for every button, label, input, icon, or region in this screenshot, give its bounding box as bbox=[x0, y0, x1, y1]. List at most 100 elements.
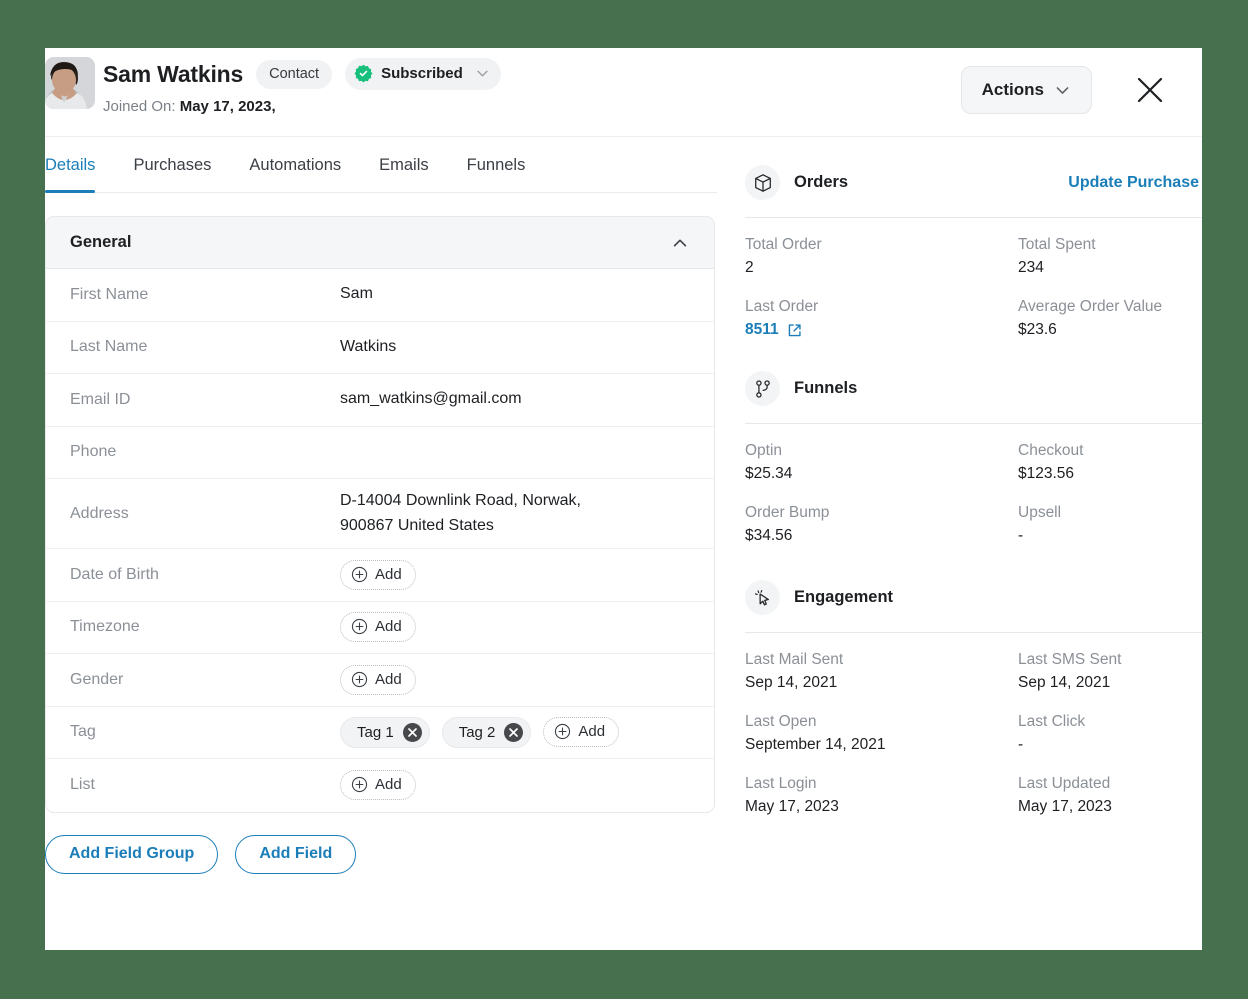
last-order-link[interactable]: 8511 bbox=[745, 321, 802, 339]
field-label: Date of Birth bbox=[70, 565, 159, 583]
stat-key: Last Order bbox=[745, 298, 819, 315]
field-label: Email ID bbox=[70, 390, 131, 408]
stat-key: Checkout bbox=[1018, 442, 1084, 459]
add-list-button[interactable]: Add bbox=[340, 770, 416, 801]
tab-details[interactable]: Details bbox=[45, 156, 96, 193]
subscription-status-label: Subscribed bbox=[381, 65, 463, 82]
field-value[interactable]: D-14004 Downlink Road, Norwak, 900867 Un… bbox=[340, 489, 581, 539]
add-gender-button[interactable]: Add bbox=[340, 664, 416, 695]
field-row-list: List Add bbox=[46, 759, 714, 812]
funnels-section-header: Funnels bbox=[745, 371, 1202, 406]
divider bbox=[745, 632, 1202, 633]
modal-inner-surface: Sam Watkins Contact Subscribed Joined On… bbox=[45, 48, 1202, 950]
divider bbox=[745, 217, 1202, 218]
remove-tag-icon[interactable] bbox=[504, 722, 524, 742]
add-label: Add bbox=[375, 776, 402, 794]
package-box-icon bbox=[745, 165, 780, 200]
close-icon bbox=[1137, 77, 1163, 103]
stat-value: $123.56 bbox=[1018, 465, 1075, 482]
cursor-click-icon bbox=[745, 580, 780, 615]
field-row-address: Address D-14004 Downlink Road, Norwak, 9… bbox=[46, 479, 714, 549]
stat-key: Upsell bbox=[1018, 504, 1062, 521]
field-value[interactable]: Sam bbox=[340, 282, 373, 307]
stat-order-bump: Order Bump $34.56 bbox=[745, 504, 1018, 545]
plus-circle-icon bbox=[351, 671, 368, 687]
field-value[interactable]: sam_watkins@gmail.com bbox=[340, 387, 522, 412]
engagement-stats-grid: Last Mail Sent Sep 14, 2021 Last SMS Sen… bbox=[745, 651, 1202, 816]
field-action-buttons: Add Field Group Add Field bbox=[45, 834, 717, 874]
divider bbox=[745, 423, 1202, 424]
field-row-first-name: First Name Sam bbox=[46, 269, 714, 322]
joined-on-value: May 17, 2023, bbox=[179, 98, 276, 115]
stat-key: Optin bbox=[745, 442, 783, 459]
field-value[interactable]: Watkins bbox=[340, 335, 396, 360]
subscription-status-dropdown[interactable]: Subscribed bbox=[345, 58, 501, 90]
verified-check-icon bbox=[354, 64, 373, 83]
branch-nodes-icon bbox=[745, 371, 780, 406]
funnels-stats-grid: Optin $25.34 Checkout $123.56 Order Bump… bbox=[745, 442, 1202, 545]
field-row-gender: Gender Add bbox=[46, 654, 714, 707]
stat-key: Average Order Value bbox=[1018, 298, 1163, 315]
stat-value: May 17, 2023 bbox=[745, 798, 839, 815]
stat-value: - bbox=[1018, 527, 1024, 544]
add-label: Add bbox=[375, 670, 402, 688]
remove-tag-icon[interactable] bbox=[402, 722, 422, 742]
funnels-title: Funnels bbox=[794, 379, 858, 397]
stat-last-mail-sent: Last Mail Sent Sep 14, 2021 bbox=[745, 651, 1018, 692]
chevron-up-icon[interactable] bbox=[671, 234, 689, 252]
field-label: Tag bbox=[70, 723, 96, 741]
stat-value: 234 bbox=[1018, 259, 1044, 276]
branch-nodes-glyph bbox=[755, 379, 770, 398]
address-line-2: 900867 United States bbox=[340, 516, 494, 534]
stat-value: September 14, 2021 bbox=[745, 736, 886, 753]
tab-automations[interactable]: Automations bbox=[249, 156, 341, 192]
avatar-photo-icon bbox=[45, 57, 95, 109]
stat-value: $23.6 bbox=[1018, 321, 1057, 338]
close-button[interactable] bbox=[1130, 70, 1170, 110]
contact-name: Sam Watkins bbox=[103, 60, 244, 87]
field-label: List bbox=[70, 776, 95, 794]
tag-chip[interactable]: Tag 1 bbox=[340, 716, 430, 748]
engagement-section: Engagement Last Mail Sent Sep 14, 2021 L… bbox=[745, 580, 1202, 816]
actions-button-label: Actions bbox=[981, 80, 1044, 99]
add-timezone-button[interactable]: Add bbox=[340, 612, 416, 643]
tab-emails[interactable]: Emails bbox=[379, 156, 429, 192]
stat-value: $34.56 bbox=[745, 527, 793, 544]
tag-label: Tag 2 bbox=[458, 723, 496, 741]
plus-circle-icon bbox=[351, 777, 368, 793]
stat-total-order: Total Order 2 bbox=[745, 236, 1018, 277]
field-label: Gender bbox=[70, 670, 124, 688]
add-label: Add bbox=[578, 723, 606, 741]
stat-last-open: Last Open September 14, 2021 bbox=[745, 713, 1018, 754]
engagement-section-title-group: Engagement bbox=[745, 580, 893, 615]
joined-on-label: Joined On: bbox=[103, 98, 176, 115]
field-row-date-of-birth: Date of Birth Add bbox=[46, 549, 714, 602]
general-card-header[interactable]: General bbox=[46, 217, 714, 269]
field-row-timezone: Timezone Add bbox=[46, 602, 714, 654]
update-purchase-link[interactable]: Update Purchase bbox=[1068, 174, 1199, 192]
add-label: Add bbox=[375, 565, 402, 583]
engagement-title: Engagement bbox=[794, 588, 894, 606]
plus-circle-icon bbox=[351, 566, 368, 582]
tab-funnels[interactable]: Funnels bbox=[467, 156, 526, 192]
stat-key: Last SMS Sent bbox=[1018, 651, 1122, 668]
stat-key: Last Open bbox=[745, 713, 817, 730]
stat-value: 8511 bbox=[745, 321, 779, 338]
stat-value: Sep 14, 2021 bbox=[1018, 674, 1111, 691]
field-label: Last Name bbox=[70, 338, 148, 356]
general-card-title: General bbox=[70, 233, 132, 251]
add-tag-button[interactable]: Add bbox=[543, 717, 620, 748]
field-label: Timezone bbox=[70, 618, 140, 636]
plus-circle-icon bbox=[351, 619, 368, 635]
orders-section-title-group: Orders bbox=[745, 165, 848, 200]
cursor-click-glyph bbox=[754, 589, 769, 605]
add-field-group-button[interactable]: Add Field Group bbox=[45, 834, 219, 874]
tab-purchases[interactable]: Purchases bbox=[133, 156, 211, 192]
avatar bbox=[45, 57, 95, 109]
actions-button[interactable]: Actions bbox=[960, 66, 1092, 114]
stat-value: - bbox=[1018, 736, 1024, 753]
add-date-of-birth-button[interactable]: Add bbox=[340, 559, 416, 590]
tag-chip[interactable]: Tag 2 bbox=[441, 716, 532, 748]
orders-section: Orders Update Purchase Total Order 2 Tot… bbox=[745, 165, 1202, 339]
add-field-button[interactable]: Add Field bbox=[235, 834, 357, 874]
